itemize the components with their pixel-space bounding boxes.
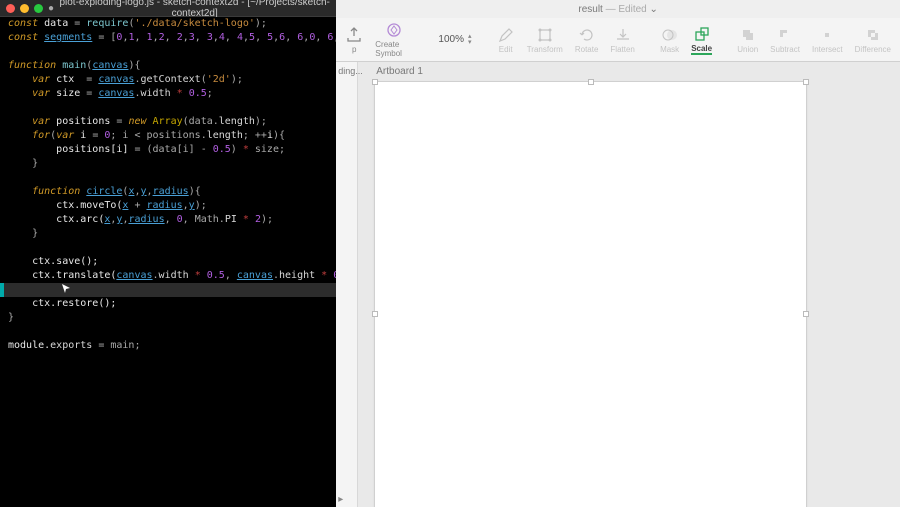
toolbar: p Create Symbol 100% ▴ ▾ Edit <box>336 18 900 62</box>
editor-titlebar: ● plot-exploding-logo.js - sketch-contex… <box>0 0 336 17</box>
code-line[interactable]: function circle(x,y,radius){ <box>8 185 201 199</box>
maximize-icon[interactable] <box>34 4 43 13</box>
filter-icon[interactable]: ▸ <box>338 494 343 505</box>
selection-handle[interactable] <box>588 79 594 85</box>
toolbar-label: Difference <box>855 45 891 54</box>
code-line[interactable]: module.exports = main; <box>8 339 140 353</box>
code-line[interactable]: } <box>8 157 38 171</box>
code-line[interactable]: var ctx = canvas.getContext('2d'); <box>8 73 243 87</box>
design-app-window: result — Edited ⌄ p Create Symbol 100% ▴ <box>336 0 900 507</box>
zoom-value: 100% <box>438 34 464 45</box>
code-line[interactable]: function main(canvas){ <box>8 59 141 73</box>
artboard-label[interactable]: Artboard 1 <box>376 66 423 77</box>
symbol-icon <box>385 21 403 39</box>
toolbar-label: Flatten <box>610 45 634 54</box>
code-line[interactable]: const data = require('./data/sketch-logo… <box>8 17 267 31</box>
flatten-icon <box>614 26 632 44</box>
export-icon <box>345 26 363 44</box>
toolbar-label: Create Symbol <box>375 40 413 58</box>
union-button[interactable]: Union <box>734 26 761 54</box>
union-icon <box>739 26 757 44</box>
selection-handle[interactable] <box>803 79 809 85</box>
chevron-down-icon[interactable]: ⌄ <box>650 4 658 15</box>
toolbar-label: p <box>352 45 356 54</box>
code-line[interactable]: ctx.translate(canvas.width * 0.5, canvas… <box>8 269 336 283</box>
code-line[interactable]: ctx.save(); <box>8 255 98 269</box>
chevron-down-icon[interactable]: ▾ <box>468 40 472 46</box>
toolbar-label: Edit <box>499 45 513 54</box>
canvas-area[interactable]: ding... ▸ Artboard 1 <box>336 62 900 507</box>
code-line[interactable]: } <box>8 311 14 325</box>
document-title: result <box>578 4 602 15</box>
intersect-icon <box>818 26 836 44</box>
text-cursor-icon <box>62 284 70 296</box>
rotate-button[interactable]: Rotate <box>572 26 602 54</box>
selection-handle[interactable] <box>372 311 378 317</box>
editor-unsaved-dot: ● <box>48 3 54 14</box>
traffic-lights <box>6 4 43 13</box>
toolbar-label: Union <box>737 45 758 54</box>
mask-button[interactable]: Mask <box>657 26 682 54</box>
toolbar-label: Rotate <box>575 45 599 54</box>
design-titlebar: result — Edited ⌄ <box>336 0 900 18</box>
toolbar-label: Mask <box>660 45 679 54</box>
scale-button[interactable]: Scale <box>688 25 715 55</box>
difference-button[interactable]: Difference <box>852 26 894 54</box>
scale-icon <box>693 25 711 43</box>
code-area[interactable]: const data = require('./data/sketch-logo… <box>0 17 336 507</box>
layers-sidebar[interactable]: ding... ▸ <box>336 62 358 507</box>
code-editor-window: ● plot-exploding-logo.js - sketch-contex… <box>0 0 336 507</box>
edit-button[interactable]: Edit <box>494 26 518 54</box>
transform-button[interactable]: Transform <box>524 26 566 54</box>
create-symbol-button[interactable]: Create Symbol <box>372 21 416 58</box>
rotate-icon <box>578 26 596 44</box>
subtract-icon <box>776 26 794 44</box>
code-line[interactable]: var positions = new Array(data.length); <box>8 115 267 129</box>
artboard[interactable] <box>374 81 807 507</box>
toolbar-label: Scale <box>691 44 712 55</box>
selection-handle[interactable] <box>803 311 809 317</box>
difference-icon <box>864 26 882 44</box>
minimize-icon[interactable] <box>20 4 29 13</box>
export-button[interactable]: p <box>342 26 366 54</box>
code-line[interactable]: ctx.arc(x,y,radius, 0, Math.PI * 2); <box>8 213 273 227</box>
close-icon[interactable] <box>6 4 15 13</box>
code-line[interactable]: positions[i] = (data[i] - 0.5) * size; <box>8 143 285 157</box>
code-line[interactable]: ctx.restore(); <box>8 297 116 311</box>
transform-icon <box>536 26 554 44</box>
flatten-button[interactable]: Flatten <box>607 26 637 54</box>
pencil-icon <box>497 26 515 44</box>
code-line[interactable]: const segments = [0,1, 1,2, 2,3, 3,4, 4,… <box>8 31 336 45</box>
zoom-stepper[interactable]: ▴ ▾ <box>468 34 472 46</box>
code-line[interactable]: } <box>8 227 38 241</box>
toolbar-label: Transform <box>527 45 563 54</box>
code-line[interactable]: ctx.moveTo(x + radius,y); <box>8 199 207 213</box>
code-line[interactable]: var size = canvas.width * 0.5; <box>8 87 213 101</box>
sidebar-truncated-label: ding... <box>336 62 357 80</box>
toolbar-label: Intersect <box>812 45 843 54</box>
intersect-button[interactable]: Intersect <box>809 26 846 54</box>
subtract-button[interactable]: Subtract <box>767 26 803 54</box>
mask-icon <box>661 26 679 44</box>
code-line[interactable]: for(var i = 0; i < positions.length; ++i… <box>8 129 285 143</box>
zoom-control[interactable]: 100% ▴ ▾ <box>435 34 474 46</box>
toolbar-label: Subtract <box>770 45 800 54</box>
selection-handle[interactable] <box>372 79 378 85</box>
document-status: — Edited <box>606 4 647 15</box>
